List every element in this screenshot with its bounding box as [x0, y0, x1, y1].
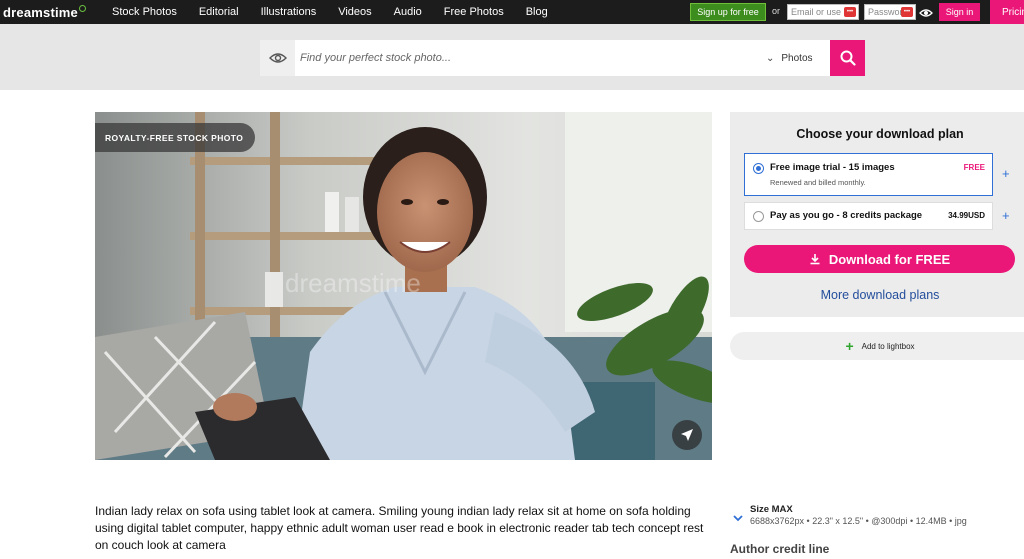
signin-button[interactable]: Sign in — [939, 3, 980, 21]
search-button[interactable] — [830, 40, 865, 76]
email-placeholder: Email or use — [791, 7, 842, 17]
download-button[interactable]: Download for FREE — [744, 245, 1015, 273]
share-button[interactable] — [672, 420, 702, 450]
expand-plus-icon[interactable]: + — [1002, 208, 1010, 223]
main-nav: Stock Photos Editorial Illustrations Vid… — [112, 0, 570, 24]
search-box: ⌄ Photos — [260, 40, 830, 76]
download-plan-panel: Choose your download plan Free image tri… — [730, 112, 1024, 317]
more-download-plans-link[interactable]: More download plans — [730, 288, 1024, 302]
stock-photo[interactable]: dreamstime — [95, 112, 712, 460]
add-to-lightbox-button[interactable]: + Add to lightbox — [730, 332, 1024, 360]
paper-plane-icon — [681, 429, 693, 441]
plan-option-title: Free image trial - 15 images — [770, 162, 895, 173]
royalty-free-badge: ROYALTY-FREE STOCK PHOTO — [95, 123, 256, 152]
chevron-down-icon: ⌄ — [766, 52, 775, 64]
password-placeholder: Passwor — [868, 7, 903, 17]
search-type-label: Photos — [781, 52, 813, 64]
search-type-select[interactable]: ⌄ Photos — [766, 40, 813, 76]
size-title[interactable]: Size MAX — [750, 504, 793, 515]
eye-icon[interactable] — [260, 40, 295, 76]
radio-unselected[interactable] — [753, 211, 764, 222]
plan-option-pay-as-you-go[interactable]: Pay as you go - 8 credits package 34.99U… — [744, 202, 993, 230]
search-input[interactable] — [300, 40, 740, 76]
email-field[interactable]: Email or use ••• — [787, 4, 859, 20]
password-manager-icon[interactable]: ••• — [844, 7, 856, 17]
author-credit-heading: Author credit line — [730, 542, 830, 556]
password-field[interactable]: Passwor ••• — [864, 4, 916, 20]
pricing-button[interactable]: Pricing — [990, 0, 1024, 24]
search-icon — [840, 50, 856, 66]
password-manager-icon[interactable]: ••• — [901, 7, 913, 17]
plan-option-subtitle: Renewed and billed monthly. — [770, 178, 866, 187]
plan-option-free-trial[interactable]: Free image trial - 15 images Renewed and… — [744, 153, 993, 196]
signup-button[interactable]: Sign up for free — [690, 3, 766, 21]
plan-title: Choose your download plan — [796, 127, 964, 141]
photo-description: Indian lady relax on sofa using tablet l… — [95, 504, 704, 552]
top-nav-bar: dreamstime Stock Photos Editorial Illust… — [0, 0, 1024, 24]
nav-stock-photos[interactable]: Stock Photos — [112, 6, 177, 18]
nav-videos[interactable]: Videos — [338, 6, 371, 18]
or-label: or — [772, 6, 781, 16]
show-password-icon[interactable] — [919, 6, 933, 18]
lightbox-label: Add to lightbox — [861, 341, 915, 351]
photo-image: dreamstime — [95, 112, 712, 460]
nav-blog[interactable]: Blog — [526, 6, 548, 18]
nav-free-photos[interactable]: Free Photos — [444, 6, 504, 18]
nav-audio[interactable]: Audio — [394, 6, 422, 18]
expand-plus-icon[interactable]: + — [1002, 166, 1010, 181]
logo-text: dreamstime — [3, 4, 78, 20]
dreamstime-logo[interactable]: dreamstime — [3, 4, 86, 20]
search-band: ⌄ Photos — [0, 24, 1024, 90]
plus-icon: + — [845, 338, 854, 354]
nav-editorial[interactable]: Editorial — [199, 6, 239, 18]
logo-leaf-icon — [78, 4, 86, 12]
radio-selected[interactable] — [753, 163, 764, 174]
plan-option-price: 34.99USD — [948, 211, 985, 220]
download-icon — [810, 254, 820, 265]
size-info: 6688x3762px • 22.3" x 12.5" • @300dpi • … — [750, 516, 967, 526]
photo-watermark: dreamstime — [285, 268, 421, 298]
plan-option-title: Pay as you go - 8 credits package — [770, 210, 923, 221]
download-label: Download for FREE — [828, 251, 951, 267]
chevron-down-icon[interactable] — [733, 509, 743, 527]
nav-illustrations[interactable]: Illustrations — [261, 6, 317, 18]
plan-option-price: FREE — [963, 163, 985, 172]
